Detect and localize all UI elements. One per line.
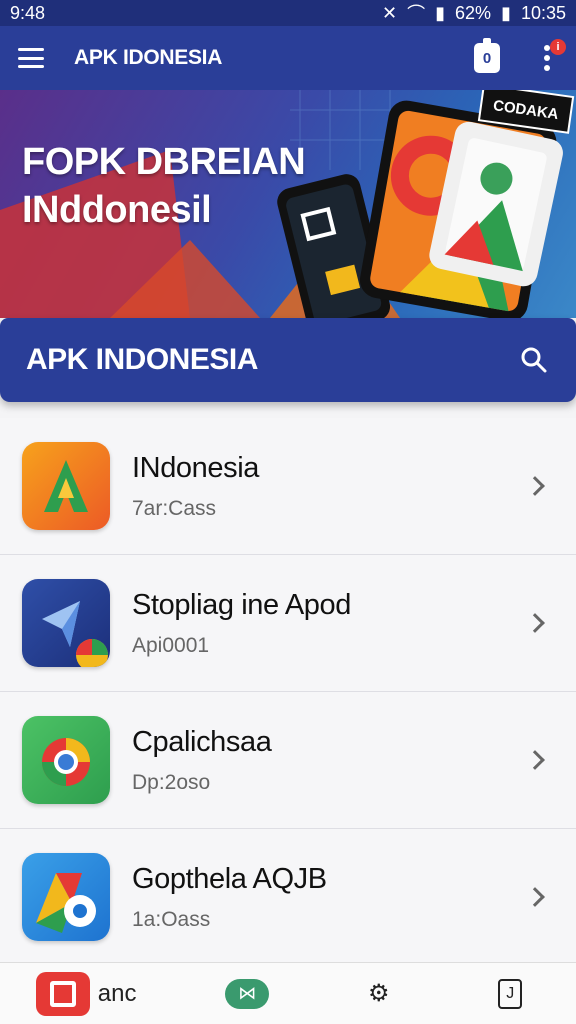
list-item-text: Cpalichsaa Dp:2oso — [132, 725, 272, 795]
app-subtitle: Dp:2oso — [132, 770, 211, 794]
mute-icon: ✕ — [382, 2, 398, 23]
status-time: 9:48 — [10, 2, 46, 23]
list-item-text: Stopliag ine Apod Api0001 — [132, 589, 351, 658]
list-item[interactable]: INdonesia 7ar:Cass — [0, 418, 576, 555]
appbar-actions: 0 i — [474, 38, 566, 75]
nav-home[interactable]: anc — [35, 971, 146, 1017]
nav-games[interactable]: ⋈ — [217, 971, 277, 1017]
status-bar: 9:48 ✕ ⌒ ▮ 62% ▮ 10:35 — [0, 0, 576, 26]
menu-icon[interactable] — [18, 48, 44, 68]
list-item[interactable]: Cpalichsaa Dp:2oso — [0, 692, 576, 829]
gear-icon: ⚙ — [367, 980, 390, 1007]
app-title: Stopliag ine Apod — [132, 588, 351, 621]
wifi-icon: ⌒ — [407, 4, 426, 24]
nav-home-label: anc — [97, 979, 137, 1007]
signal-icon: ▮ — [435, 2, 446, 23]
gamepad-icon: ⋈ — [225, 978, 270, 1009]
app-title: Cpalichsaa — [132, 725, 272, 758]
app-icon-orange — [22, 442, 110, 530]
banner-line-1: FOPK DBREIAN — [22, 141, 306, 183]
search-icon[interactable] — [518, 344, 550, 376]
status-icons: ✕ ⌒ ▮ 62% ▮ 10:35 — [382, 0, 566, 26]
chevron-right-icon — [525, 476, 545, 496]
clipboard-count: 0 — [482, 49, 492, 67]
battery-icon: ▮ — [501, 2, 511, 23]
search-header: APK INDONESIA — [0, 318, 576, 402]
notification-badge: i — [550, 39, 566, 55]
app-subtitle: Api0001 — [132, 633, 210, 657]
app-icon-green — [22, 716, 110, 804]
app-icon-red — [35, 971, 90, 1016]
app-title: Gopthela AQJB — [132, 862, 327, 895]
list-item-text: Gopthela AQJB 1a:Oass — [132, 863, 327, 932]
list-item-text: INdonesia 7ar:Cass — [132, 452, 259, 521]
search-header-title: APK INDONESIA — [26, 343, 258, 376]
more-options-icon[interactable]: i — [536, 39, 566, 75]
promo-banner[interactable]: CODAKA FOPK DBREIAN INddonesil — [0, 90, 576, 318]
phone-icon: J — [498, 978, 523, 1009]
app-title: APK IDONESIA — [74, 46, 223, 69]
nav-downloads[interactable]: J — [480, 971, 540, 1017]
chevron-right-icon — [525, 887, 545, 907]
banner-line-2: INddonesil — [22, 189, 212, 231]
chevron-right-icon — [525, 613, 545, 633]
clipboard-icon[interactable]: 0 — [474, 38, 500, 73]
banner-headline: FOPK DBREIAN INddonesil — [22, 138, 306, 234]
status-clock: 10:35 — [520, 2, 566, 23]
nav-settings[interactable]: ⚙ — [349, 971, 409, 1017]
app-icon-blue — [22, 579, 110, 667]
bottom-navigation: anc ⋈ ⚙ J — [0, 962, 576, 1024]
app-subtitle: 1a:Oass — [132, 907, 211, 931]
app-subtitle: 7ar:Cass — [132, 496, 217, 520]
battery-level: 62% — [455, 2, 492, 23]
app-list: INdonesia 7ar:Cass Stopliag ine Apod Api… — [0, 418, 576, 966]
app-title: INdonesia — [132, 451, 259, 484]
app-bar: APK IDONESIA 0 i — [0, 26, 576, 90]
list-item[interactable]: Stopliag ine Apod Api0001 — [0, 555, 576, 692]
app-icon-maps — [22, 853, 110, 941]
list-item[interactable]: Gopthela AQJB 1a:Oass — [0, 829, 576, 966]
chevron-right-icon — [525, 750, 545, 770]
